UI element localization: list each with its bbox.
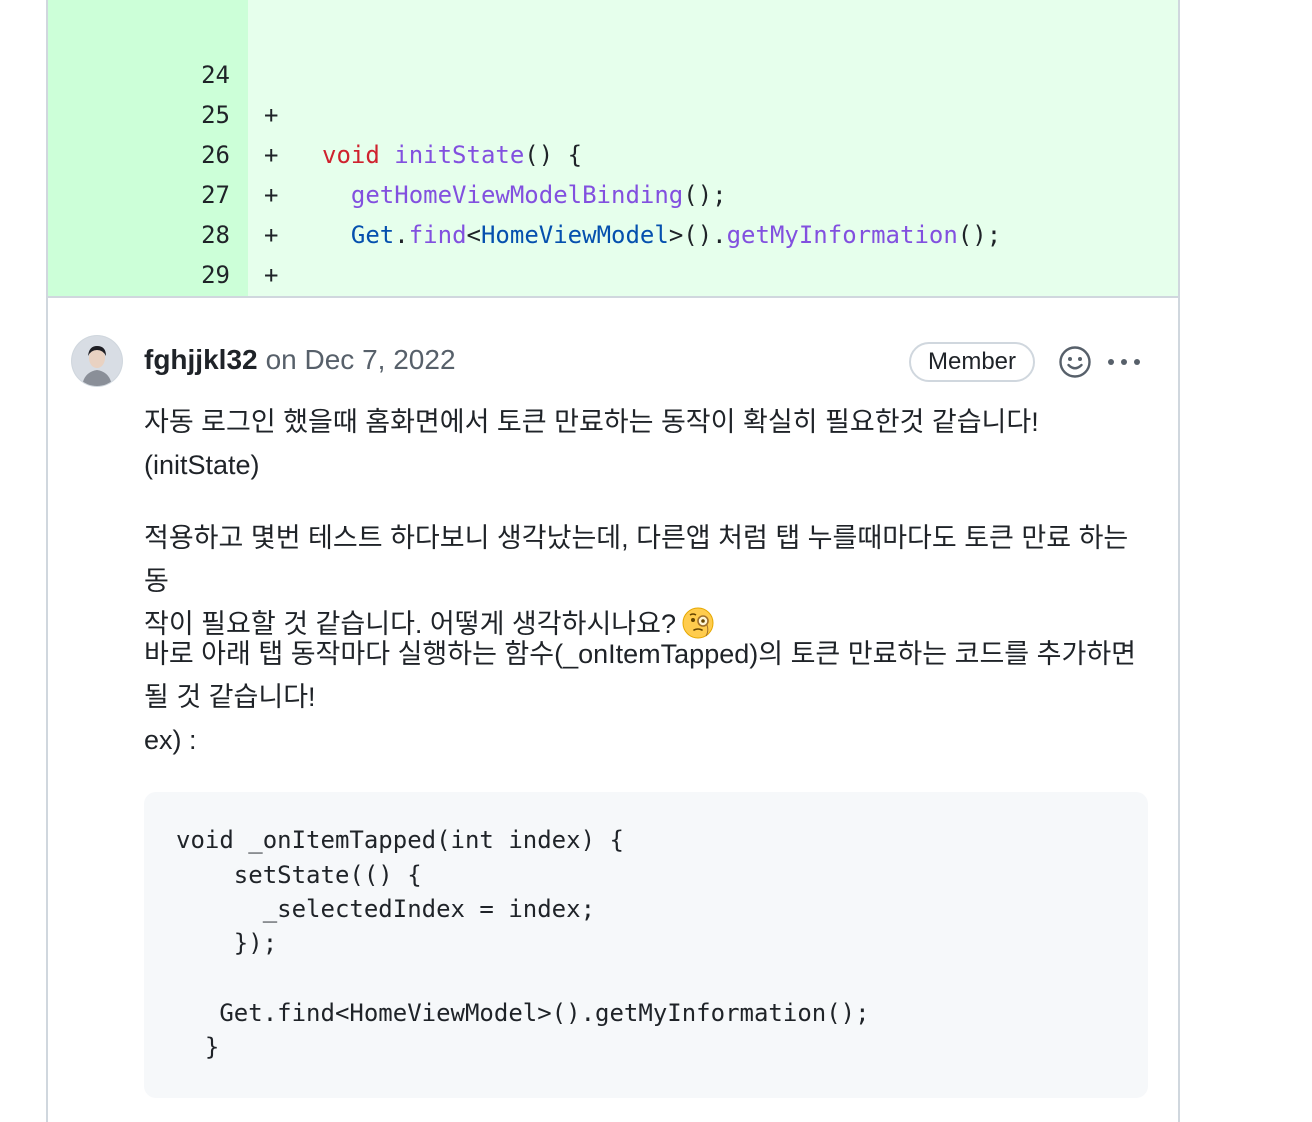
smiley-icon[interactable] [1058,345,1092,379]
code-line: }); [176,929,278,957]
paragraph-line: 자동 로그인 했을때 홈화면에서 토큰 만료하는 동작이 확실히 필요한것 같습… [144,407,1039,437]
code-line: Get.find<HomeViewModel>().getMyInformati… [176,999,870,1027]
comment-timestamp[interactable]: on Dec 7, 2022 [266,344,456,375]
comment-paragraph: 자동 로그인 했을때 홈화면에서 토큰 만료하는 동작이 확실히 필요한것 같습… [144,401,1148,487]
paragraph-line: ex) : [144,725,197,755]
kebab-horizontal-icon[interactable] [1106,345,1142,379]
comment-header: fghjjkl32 on Dec 7, 2022 [144,340,456,380]
diff-hunk: 24 + void initState() { 25 + getHomeView… [48,0,1178,298]
diff-line: 27 + [48,135,1178,249]
code-line: setState(() { [176,861,422,889]
member-badge: Member [909,342,1035,382]
code-line: } [176,1033,220,1061]
line-number[interactable]: 30 [48,297,230,298]
code-line: void _onItemTapped(int index) { [176,826,624,854]
comment-paragraph: 바로 아래 탭 동작마다 실행하는 함수(_onItemTapped)의 토큰 … [144,633,1148,762]
user-avatar-image [72,336,122,386]
diff-line: 26 + Get.find<HomeViewModel>().getMyInfo… [48,95,1178,249]
author-link[interactable]: fghjjkl32 [144,344,258,375]
paragraph-line: (initState) [144,450,260,480]
code-block[interactable]: void _onItemTapped(int index) { setState… [144,792,1148,1098]
diff-line: 24 + void initState() { [48,15,1178,169]
code-line: _selectedIndex = index; [176,895,596,923]
diff-line: 28 + super.initState(); [48,175,1178,289]
comment-paragraph: 적용하고 몇번 테스트 하다보니 생각났는데, 다른앱 처럼 탭 누를때마다도 … [144,517,1148,646]
paragraph-line: 적용하고 몇번 테스트 하다보니 생각났는데, 다른앱 처럼 탭 누를때마다도 … [144,523,1129,596]
diff-line: 29 + } [48,215,1178,289]
paragraph-line: 될 것 같습니다! [144,682,316,712]
diff-line: 30 + [48,257,1178,298]
avatar[interactable] [72,336,122,386]
diff-line: 25 + getHomeViewModelBinding(); [48,55,1178,209]
paragraph-line: 바로 아래 탭 동작마다 실행하는 함수(_onItemTapped)의 토큰 … [144,639,1136,669]
